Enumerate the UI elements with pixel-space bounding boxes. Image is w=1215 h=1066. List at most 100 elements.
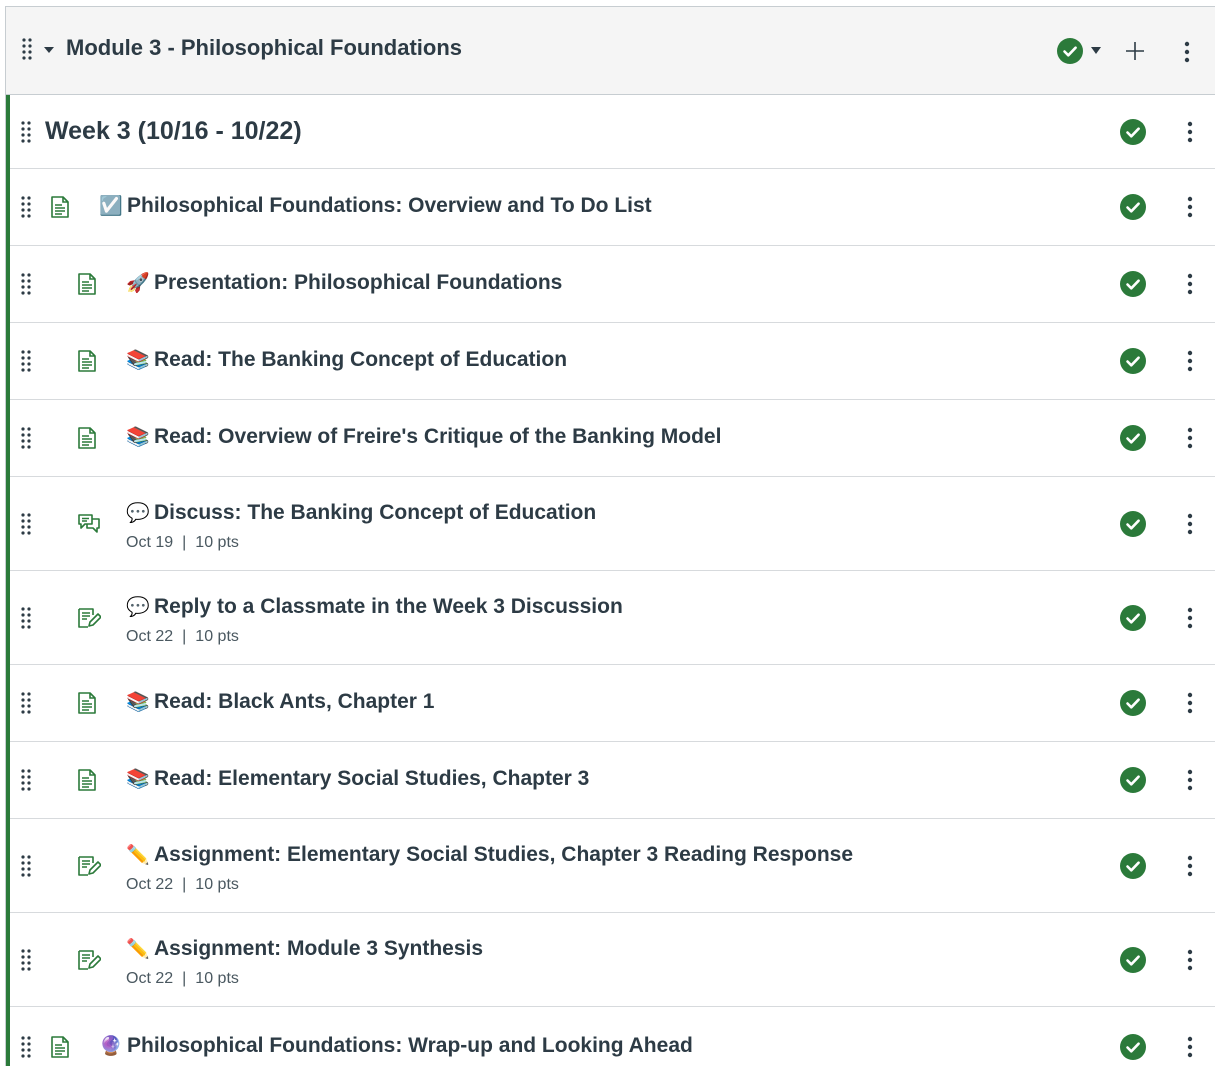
assignment-icon <box>77 855 101 877</box>
due-date: Oct 22 <box>126 876 174 893</box>
item-options-icon[interactable] <box>1186 273 1194 295</box>
item-title-link[interactable]: Philosophical Foundations: Wrap-up and L… <box>127 1034 693 1058</box>
title-emoji-icon: 📚 <box>126 350 150 371</box>
item-title-link[interactable]: Presentation: Philosophical Foundations <box>154 271 562 295</box>
published-check-icon[interactable] <box>1120 605 1146 631</box>
drag-handle-icon[interactable] <box>20 769 32 791</box>
points: 10 pts <box>195 628 239 645</box>
published-check-icon[interactable] <box>1120 853 1146 879</box>
module-item-row[interactable]: 🔮 Philosophical Foundations: Wrap-up and … <box>10 1007 1215 1066</box>
item-details: Oct 22 | 10 pts <box>126 970 239 988</box>
item-details: Oct 19 | 10 pts <box>126 534 239 552</box>
drag-handle-icon[interactable] <box>20 692 32 714</box>
add-item-icon[interactable] <box>1125 41 1145 61</box>
due-date: Oct 22 <box>126 628 174 645</box>
published-check-icon[interactable] <box>1120 194 1146 220</box>
item-options-icon[interactable] <box>1186 427 1194 449</box>
page-icon <box>50 1036 70 1058</box>
module-item-row[interactable]: 📚 Read: Elementary Social Studies, Chapte… <box>10 742 1215 819</box>
subheader-title: Week 3 (10/16 - 10/22) <box>45 117 302 145</box>
item-title-link[interactable]: Read: The Banking Concept of Education <box>154 348 567 372</box>
page-icon <box>77 273 97 295</box>
collapse-caret-icon[interactable] <box>44 47 54 53</box>
item-options-icon[interactable] <box>1186 607 1194 629</box>
assignment-icon <box>77 949 101 971</box>
module-item-row[interactable]: 📚 Read: Black Ants, Chapter 1 <box>10 665 1215 742</box>
module-items-list: Week 3 (10/16 - 10/22) ☑️ Philosophical Fo… <box>6 95 1215 1066</box>
module-item-row[interactable]: 📚 Read: Overview of Freire's Critique of … <box>10 400 1215 477</box>
item-options-icon[interactable] <box>1186 949 1194 971</box>
item-options-icon[interactable] <box>1186 855 1194 877</box>
separator: | <box>182 628 187 645</box>
item-options-icon[interactable] <box>1186 769 1194 791</box>
module-item-row[interactable]: 🚀 Presentation: Philosophical Foundations <box>10 246 1215 323</box>
drag-handle-icon[interactable] <box>20 513 32 535</box>
item-title-link[interactable]: Assignment: Module 3 Synthesis <box>154 937 483 961</box>
module-title[interactable]: Module 3 - Philosophical Foundations <box>66 35 462 61</box>
drag-handle-icon[interactable] <box>20 949 32 971</box>
published-check-icon[interactable] <box>1120 511 1146 537</box>
points: 10 pts <box>195 970 239 987</box>
published-check-icon[interactable] <box>1120 1034 1146 1060</box>
title-emoji-icon: 🚀 <box>126 273 150 294</box>
item-title-link[interactable]: Reply to a Classmate in the Week 3 Discu… <box>154 595 623 619</box>
drag-handle-icon[interactable] <box>20 121 32 143</box>
item-options-icon[interactable] <box>1186 692 1194 714</box>
title-emoji-icon: ✏️ <box>126 939 150 960</box>
published-check-icon[interactable] <box>1120 767 1146 793</box>
published-check-icon[interactable] <box>1120 947 1146 973</box>
title-emoji-icon: 💬 <box>126 597 150 618</box>
item-options-icon[interactable] <box>1186 350 1194 372</box>
module-item-row[interactable]: ✏️ Assignment: Elementary Social Studies,… <box>10 819 1215 913</box>
drag-handle-icon[interactable] <box>20 607 32 629</box>
item-options-icon[interactable] <box>1186 121 1194 143</box>
module-container: Module 3 - Philosophical Foundations Wee… <box>5 6 1215 1066</box>
page-icon <box>50 196 70 218</box>
separator: | <box>182 534 187 551</box>
title-emoji-icon: 📚 <box>126 427 150 448</box>
due-date: Oct 22 <box>126 970 174 987</box>
item-details: Oct 22 | 10 pts <box>126 628 239 646</box>
published-check-icon[interactable] <box>1120 690 1146 716</box>
module-published-icon[interactable] <box>1057 38 1083 64</box>
published-check-icon[interactable] <box>1120 119 1146 145</box>
published-check-icon[interactable] <box>1120 425 1146 451</box>
item-title-link[interactable]: Read: Elementary Social Studies, Chapter… <box>154 767 589 791</box>
page-icon <box>77 769 97 791</box>
points: 10 pts <box>195 534 239 551</box>
item-title-link[interactable]: Assignment: Elementary Social Studies, C… <box>154 843 853 867</box>
module-item-row[interactable]: 💬 Reply to a Classmate in the Week 3 Disc… <box>10 571 1215 665</box>
item-options-icon[interactable] <box>1186 1036 1194 1058</box>
drag-handle-icon[interactable] <box>20 350 32 372</box>
discussion-icon <box>77 513 101 535</box>
module-item-row[interactable]: 📚 Read: The Banking Concept of Education <box>10 323 1215 400</box>
publish-menu-caret-icon[interactable] <box>1091 47 1101 54</box>
published-check-icon[interactable] <box>1120 271 1146 297</box>
module-item-row[interactable]: ☑️ Philosophical Foundations: Overview an… <box>10 169 1215 246</box>
drag-handle-icon[interactable] <box>20 196 32 218</box>
due-date: Oct 19 <box>126 534 174 551</box>
points: 10 pts <box>195 876 239 893</box>
item-title-link[interactable]: Read: Black Ants, Chapter 1 <box>154 690 434 714</box>
title-emoji-icon: 📚 <box>126 769 150 790</box>
drag-handle-icon[interactable] <box>20 273 32 295</box>
item-title-link[interactable]: Read: Overview of Freire's Critique of t… <box>154 425 721 449</box>
item-title-link[interactable]: Discuss: The Banking Concept of Educatio… <box>154 501 596 525</box>
module-header[interactable]: Module 3 - Philosophical Foundations <box>6 7 1215 95</box>
module-item-row[interactable]: ✏️ Assignment: Module 3 Synthesis Oct 22 | 1… <box>10 913 1215 1007</box>
drag-handle-icon[interactable] <box>21 38 33 60</box>
item-details: Oct 22 | 10 pts <box>126 876 239 894</box>
drag-handle-icon[interactable] <box>20 855 32 877</box>
module-options-icon[interactable] <box>1183 41 1191 63</box>
item-title-link[interactable]: Philosophical Foundations: Overview and … <box>127 194 652 218</box>
separator: | <box>182 876 187 893</box>
drag-handle-icon[interactable] <box>20 427 32 449</box>
module-item-row[interactable]: 💬 Discuss: The Banking Concept of Educati… <box>10 477 1215 571</box>
published-check-icon[interactable] <box>1120 348 1146 374</box>
item-options-icon[interactable] <box>1186 196 1194 218</box>
title-emoji-icon: 📚 <box>126 692 150 713</box>
item-options-icon[interactable] <box>1186 513 1194 535</box>
drag-handle-icon[interactable] <box>20 1036 32 1058</box>
module-subheader-row[interactable]: Week 3 (10/16 - 10/22) <box>10 95 1215 169</box>
page-icon <box>77 692 97 714</box>
